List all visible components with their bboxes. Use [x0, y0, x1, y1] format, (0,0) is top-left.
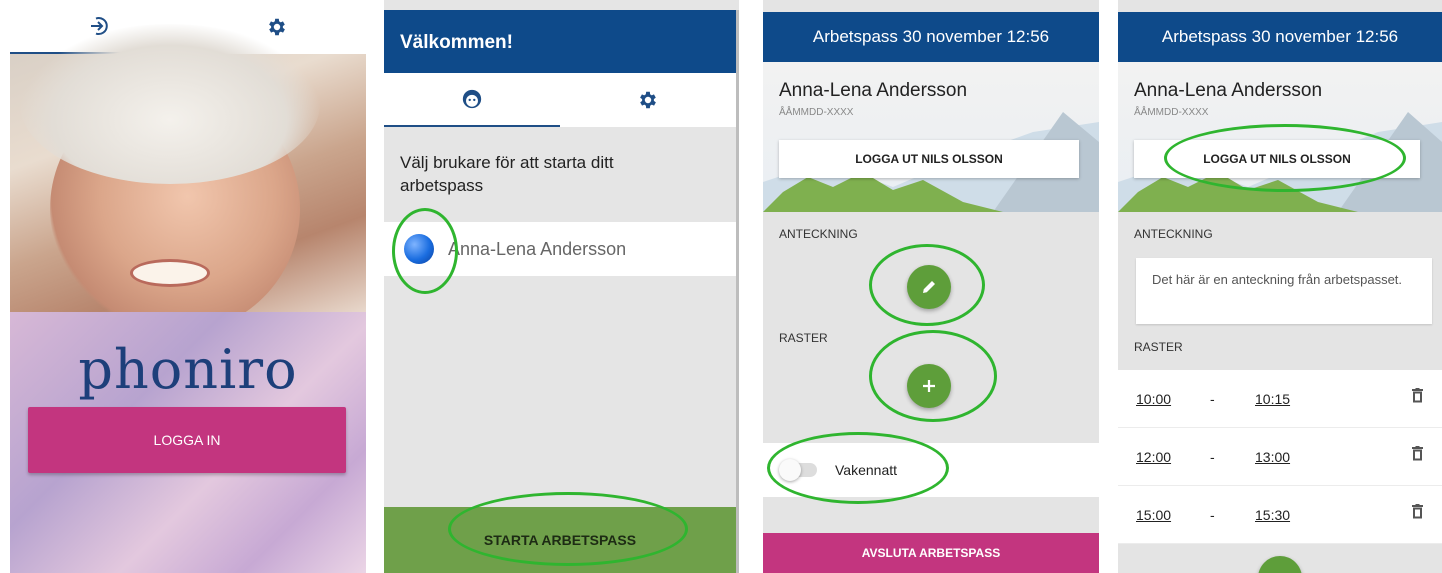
brand-logo: phoniro [78, 338, 298, 401]
trash-icon[interactable] [1412, 446, 1423, 461]
hero-photo [10, 24, 366, 334]
highlight-circle [869, 244, 985, 326]
logout-button[interactable]: LOGGA UT NILS OLSSON [779, 140, 1079, 178]
tab-bar [384, 73, 736, 127]
shift-detail-screen: Arbetspass 30 november 12:56 Anna-Lena A… [1118, 0, 1442, 573]
break-row: 10:00 - 10:15 [1118, 370, 1442, 428]
gear-icon [640, 91, 656, 109]
user-name: Anna-Lena Andersson [448, 238, 627, 259]
break-start[interactable]: 12:00 [1136, 449, 1171, 465]
break-row: 12:00 - 13:00 [1118, 428, 1442, 486]
gear-icon [269, 18, 285, 36]
highlight-circle [1164, 124, 1406, 192]
end-shift-button[interactable]: AVSLUTA ARBETSPASS [763, 533, 1099, 573]
highlight-circle [448, 492, 688, 566]
page-title: Arbetspass 30 november 12:56 [1118, 12, 1442, 62]
highlight-circle [767, 432, 949, 504]
break-start[interactable]: 10:00 [1136, 391, 1171, 407]
break-end[interactable]: 15:30 [1255, 507, 1290, 523]
break-separator: - [1210, 449, 1215, 465]
highlight-circle [869, 330, 997, 422]
instruction-text: Välj brukare för att starta ditt arbetsp… [400, 153, 614, 195]
breaks-label: RASTER [779, 331, 828, 345]
tab-settings[interactable] [560, 73, 736, 127]
note-label: ANTECKNING [779, 227, 858, 241]
break-start[interactable]: 15:00 [1136, 507, 1171, 523]
shift-screen: Arbetspass 30 november 12:56 Anna-Lena A… [763, 0, 1099, 573]
screen-edge [736, 10, 739, 573]
smiley-icon [462, 89, 482, 109]
breaks-label: RASTER [1134, 340, 1183, 354]
person-name: Anna-Lena Andersson [779, 80, 968, 101]
page-title: Välkommen! [384, 10, 736, 73]
break-row: 15:00 - 15:30 [1118, 486, 1442, 544]
break-end[interactable]: 13:00 [1255, 449, 1290, 465]
trash-icon[interactable] [1412, 504, 1423, 519]
page-title: Arbetspass 30 november 12:56 [763, 12, 1099, 62]
tab-users[interactable] [384, 73, 560, 127]
add-break-button[interactable] [1258, 556, 1302, 573]
login-screen: phoniro LOGGA IN [10, 0, 366, 573]
note-text[interactable]: Det här är en anteckning från arbetspass… [1136, 258, 1432, 324]
break-end[interactable]: 10:15 [1255, 391, 1290, 407]
login-button[interactable]: LOGGA IN [28, 407, 346, 473]
select-user-screen: Välkommen! Välj brukare för att starta d… [384, 0, 739, 573]
person-id: ÅÅMMDD-XXXX [1134, 107, 1209, 118]
note-label: ANTECKNING [1134, 227, 1213, 241]
highlight-circle [392, 208, 458, 294]
break-separator: - [1210, 507, 1215, 523]
person-name: Anna-Lena Andersson [1134, 80, 1323, 101]
trash-icon[interactable] [1412, 388, 1423, 403]
break-separator: - [1210, 391, 1215, 407]
person-id: ÅÅMMDD-XXXX [779, 107, 854, 118]
